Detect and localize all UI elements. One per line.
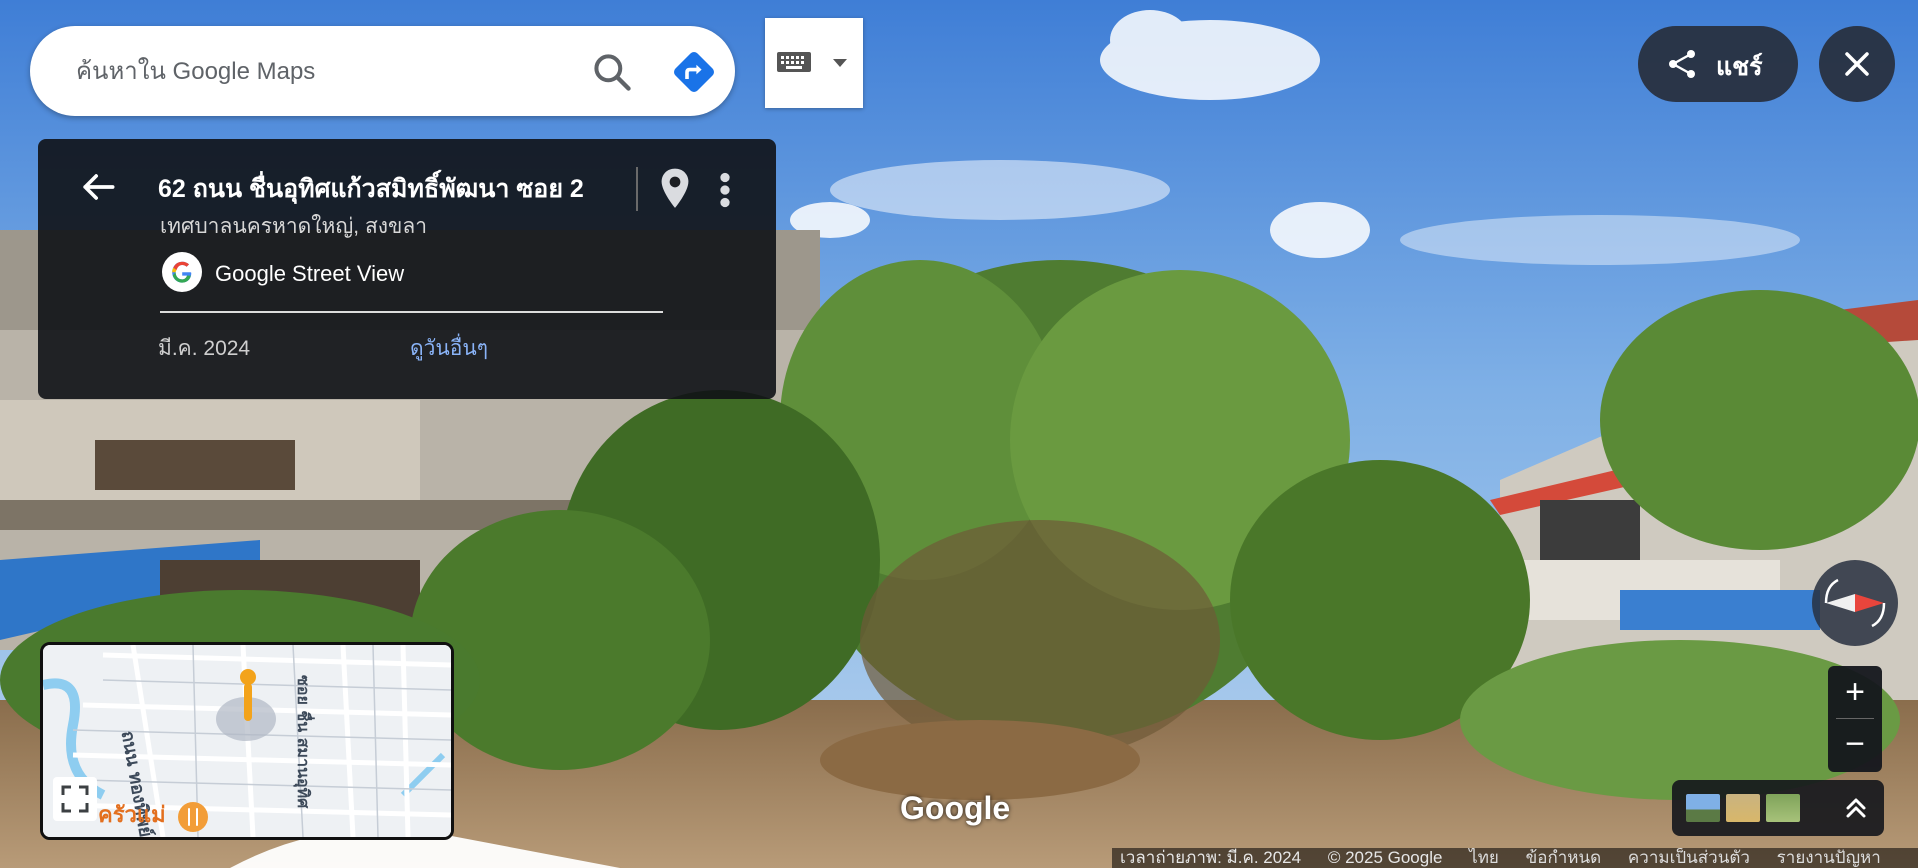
- minimap-road-label: ซอย ชื่น สมานอุทิศ: [293, 675, 315, 809]
- more-vert-icon: [720, 172, 730, 208]
- google-g-icon: [162, 252, 202, 292]
- close-icon: [1845, 52, 1869, 76]
- search-button[interactable]: [590, 50, 634, 94]
- search-input[interactable]: [74, 50, 548, 94]
- back-arrow-icon: [83, 174, 115, 200]
- caret-down-icon[interactable]: [825, 44, 855, 80]
- photo-thumbnail[interactable]: [1766, 794, 1800, 822]
- terms-link[interactable]: ข้อกำหนด: [1526, 848, 1602, 867]
- back-button[interactable]: [76, 165, 120, 209]
- imagery-source-label: Google Street View: [215, 261, 405, 286]
- expand-photos-button[interactable]: [1836, 788, 1876, 828]
- photo-thumbnail[interactable]: [1726, 794, 1760, 822]
- search-icon: [594, 54, 631, 91]
- divider: [160, 311, 663, 313]
- location-info-card: 62 ถนน ชื่นอุทิศแก้วสมิทธิ์พัฒนา ซอย 2 เ…: [38, 139, 776, 399]
- address-locality: เทศบาลนครหาดใหญ่, สงขลา: [160, 215, 428, 238]
- expand-minimap-button[interactable]: [53, 777, 97, 821]
- see-more-dates-link[interactable]: ดูวันอื่นๆ: [410, 332, 488, 365]
- minimap-poi-label: ครัวแม่: [98, 803, 166, 828]
- divider: [636, 167, 638, 211]
- close-street-view-button[interactable]: [1819, 26, 1895, 102]
- copyright: © 2025 Google: [1327, 848, 1443, 867]
- share-label: แชร์: [1716, 53, 1763, 81]
- compass[interactable]: [1812, 560, 1898, 646]
- zoom-control: + −: [1828, 666, 1882, 772]
- share-button[interactable]: แชร์: [1638, 26, 1798, 102]
- zoom-out-button[interactable]: −: [1828, 719, 1882, 771]
- pin-icon: [661, 168, 689, 208]
- minimap[interactable]: ถนน ทองทิพย์ ซอย ชื่น สมานอุทิศ ครัวแม่: [40, 642, 454, 840]
- photo-strip-control: [1672, 780, 1884, 836]
- privacy-link[interactable]: ความเป็นส่วนตัว: [1628, 848, 1750, 867]
- keyboard-icon: [777, 52, 811, 72]
- imagery-date: เวลาถ่ายภาพ: มี.ค. 2024: [1120, 848, 1302, 867]
- show-on-map-button[interactable]: [653, 165, 697, 215]
- search-box: [30, 26, 735, 116]
- more-options-button[interactable]: [710, 165, 740, 215]
- footer-bar: เวลาถ่ายภาพ: มี.ค. 2024 © 2025 Google ไท…: [1112, 848, 1918, 868]
- language-link[interactable]: ไทย: [1469, 848, 1499, 867]
- minimap-roads: ถนน ทองทิพย์ ซอย ชื่น สมานอุทิศ ครัวแม่: [43, 645, 451, 837]
- directions-icon: [674, 52, 714, 92]
- address-title: 62 ถนน ชื่นอุทิศแก้วสมิทธิ์พัฒนา ซอย 2: [158, 175, 584, 203]
- share-icon: [1669, 50, 1695, 78]
- report-problem-link[interactable]: รายงานปัญหา: [1777, 848, 1881, 867]
- compass-icon: [1824, 578, 1886, 628]
- zoom-in-button[interactable]: +: [1828, 666, 1882, 718]
- capture-date-label: มี.ค. 2024: [158, 337, 251, 360]
- google-logo: Google: [900, 790, 1011, 826]
- chevron-up-icon: [1846, 798, 1866, 818]
- photo-thumbnail[interactable]: [1686, 794, 1720, 822]
- directions-button[interactable]: [670, 48, 718, 96]
- fullscreen-icon: [61, 785, 89, 813]
- keyboard-toggle[interactable]: [765, 18, 863, 108]
